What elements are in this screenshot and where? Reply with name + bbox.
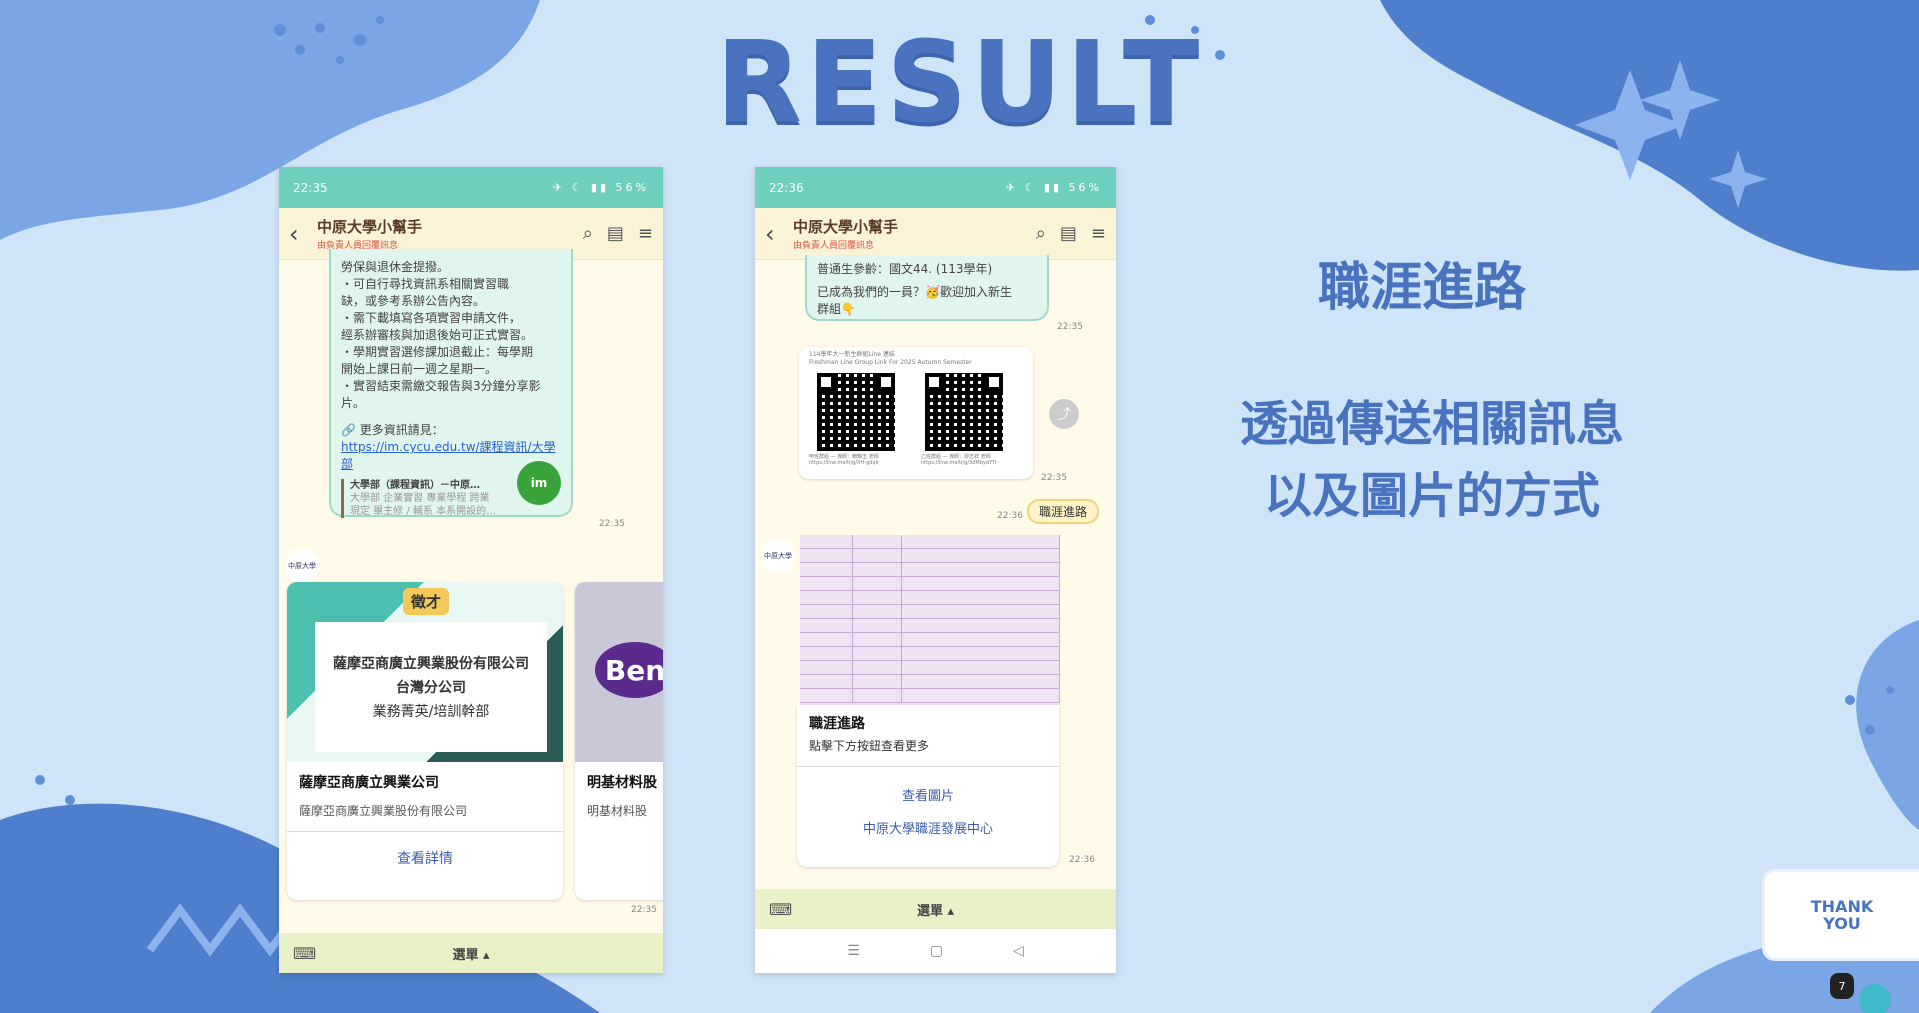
card-title: 薩摩亞商廣立興業公司	[299, 775, 439, 791]
bot-avatar: 中原大學	[761, 539, 795, 573]
home-icon[interactable]: ▢	[930, 943, 943, 959]
user-message-bubble: 職涯進路	[1027, 499, 1100, 524]
view-details-button[interactable]: 查看詳情	[287, 832, 563, 868]
phone-screenshot-left: 22:35 ✈ ☾ ▮▮ 56% ‹ 中原大學小幫手 由負責人員回覆訊息 ⌕ ▤…	[279, 167, 663, 973]
status-time: 22:36	[769, 180, 804, 195]
page-number: 7	[1830, 973, 1854, 999]
menu-icon[interactable]: ≡	[1091, 223, 1106, 244]
back-arrow-icon[interactable]: ‹	[765, 220, 787, 248]
system-nav-bar: ☰ ▢ ◁	[755, 929, 1116, 973]
menu-toggle[interactable]: 選單 ▴	[917, 900, 954, 919]
keyboard-icon[interactable]: ⌨	[769, 900, 792, 919]
status-icons: ✈ ☾ ▮▮ 56%	[552, 181, 649, 194]
phone-screenshot-right: 22:36 ✈ ☾ ▮▮ 56% ‹ 中原大學小幫手 由負責人員回覆訊息 ⌕ ▤…	[755, 167, 1116, 973]
card-subtitle: 點擊下方按鈕查看更多	[797, 735, 1059, 767]
career-center-button[interactable]: 中原大學職涯發展中心	[797, 804, 1059, 837]
card-title: 職涯進路	[809, 716, 865, 732]
status-bar: 22:36 ✈ ☾ ▮▮ 56%	[755, 167, 1116, 208]
status-bar: 22:35 ✈ ☾ ▮▮ 56%	[279, 167, 663, 208]
search-icon[interactable]: ⌕	[583, 223, 593, 244]
chat-header: ‹ 中原大學小幫手 由負責人員回覆訊息 ⌕ ▤ ≡	[755, 208, 1116, 260]
job-card[interactable]: 徵才 薩摩亞商廣立興業股份有限公司 台灣分公司 業務菁英/培訓幹部 薩摩亞商廣立…	[287, 582, 563, 900]
thank-you-sticker: THANK YOU	[1765, 872, 1919, 958]
chat-subtitle: 由負責人員回覆訊息	[793, 241, 875, 251]
menu-bar[interactable]: ⌨ 選單 ▴	[755, 889, 1116, 929]
job-badge: 徵才	[403, 588, 450, 615]
card-subtitle: 薩摩亞商廣立興業股份有限公司	[287, 802, 563, 832]
qr-image-message[interactable]: 114學年大一新生群組Line 連結 Freshman Line Group L…	[799, 347, 1033, 479]
menu-toggle[interactable]: 選單 ▴	[452, 944, 489, 963]
status-icons: ✈ ☾ ▮▮ 56%	[1005, 181, 1102, 194]
recent-apps-icon[interactable]: ☰	[847, 943, 860, 959]
job-card-next[interactable]: Ben 明基材料股 明基材料股	[575, 582, 663, 900]
notes-icon[interactable]: ▤	[1060, 223, 1077, 244]
back-icon[interactable]: ◁	[1013, 943, 1024, 959]
career-card[interactable]: 職涯進路 點擊下方按鈕查看更多 查看圖片 中原大學職涯發展中心	[797, 705, 1059, 867]
qr-code-left	[817, 373, 895, 451]
message-bubble: 勞保與退休金提撥。 ・可自行尋找資訊系相關實習職 缺，或參考系辦公告內容。 ・需…	[329, 249, 573, 518]
share-icon[interactable]: ⤴	[1049, 399, 1079, 429]
section-description: 透過傳送相關訊息 以及圖片的方式	[1239, 396, 1624, 524]
chat-title: 中原大學小幫手	[793, 218, 899, 236]
back-arrow-icon[interactable]: ‹	[289, 220, 311, 248]
section-heading: 職涯進路	[1317, 258, 1526, 318]
qr-code-right	[925, 373, 1003, 451]
keyboard-icon[interactable]: ⌨	[293, 944, 316, 963]
benq-logo: Ben	[595, 642, 663, 698]
menu-icon[interactable]: ≡	[638, 223, 653, 244]
notes-icon[interactable]: ▤	[607, 223, 624, 244]
message-bubble: 普通生參齡：國文44. (113學年) 已成為我們的一員？🥳歡迎加入新生 群組👇	[805, 255, 1049, 321]
bot-avatar: 中原大學	[285, 549, 319, 583]
chat-title: 中原大學小幫手	[317, 218, 423, 236]
career-table-image	[800, 535, 1060, 705]
im-logo: im	[517, 461, 561, 505]
status-time: 22:35	[293, 180, 328, 195]
search-icon[interactable]: ⌕	[1036, 223, 1046, 244]
slide-title: RESULT	[715, 18, 1204, 148]
link-preview[interactable]: 大學部（課程資訊）－中原… 大學部 企業實習 專業學程 跨業 現定 畢主修 / …	[341, 479, 530, 518]
view-image-button[interactable]: 查看圖片	[797, 767, 1059, 804]
menu-bar[interactable]: ⌨ 選單 ▴	[279, 933, 663, 973]
